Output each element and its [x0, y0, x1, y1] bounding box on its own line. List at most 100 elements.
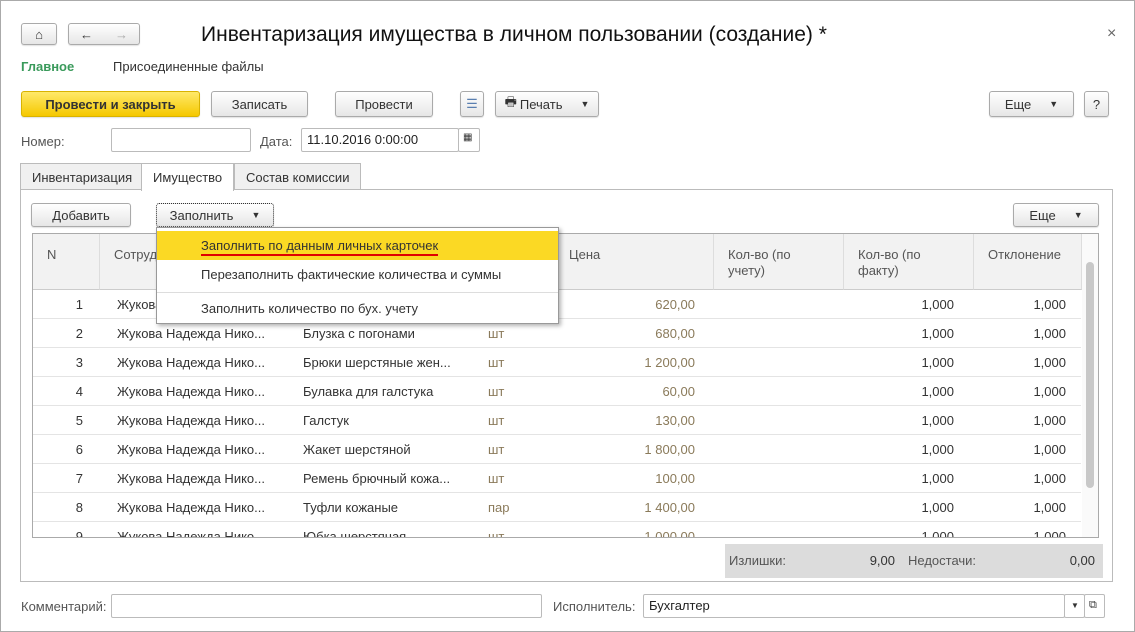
surplus-label: Излишки:: [729, 553, 786, 568]
cell-unit: пар: [488, 500, 510, 515]
executor-open-button[interactable]: ⧉: [1084, 594, 1105, 618]
cell-n: 1: [75, 297, 83, 312]
cell-n: 6: [75, 442, 83, 457]
save-button[interactable]: Записать: [211, 91, 308, 117]
calendar-button[interactable]: ▦: [458, 128, 480, 152]
back-button[interactable]: ←: [80, 27, 93, 42]
more-button[interactable]: Еще ▼: [989, 91, 1074, 117]
date-label: Дата:: [260, 134, 293, 149]
menu-divider: [157, 292, 558, 293]
cell-price: 100,00: [655, 471, 695, 486]
executor-dropdown-button[interactable]: ▼: [1064, 594, 1085, 618]
cell-n: 2: [75, 326, 83, 341]
cell-fact: 1,000: [921, 529, 954, 538]
history-nav: ← →: [68, 23, 140, 45]
print-button[interactable]: 🖶 Печать ▼: [495, 91, 599, 117]
cell-price: 620,00: [655, 297, 695, 312]
cell-employee: Жукова Надежда Нико...: [117, 326, 265, 341]
table-row[interactable]: 9 Жукова Надежда Нико... Юбка шерстяная шт 1…: [33, 522, 1081, 538]
section-main[interactable]: Главное: [21, 59, 74, 74]
cell-fact: 1,000: [921, 355, 954, 370]
tab-property[interactable]: Имущество: [141, 163, 235, 191]
table-more-button[interactable]: Еще ▼: [1013, 203, 1099, 227]
cell-dev: 1,000: [1033, 471, 1066, 486]
table-row[interactable]: 8 Жукова Надежда Нико... Туфли кожаные пар 1…: [33, 493, 1081, 522]
chevron-down-icon: ▼: [1071, 601, 1079, 610]
cell-fact: 1,000: [921, 471, 954, 486]
surplus-value: 9,00: [869, 553, 895, 568]
cell-employee: Жукова Надежда Нико...: [117, 384, 265, 399]
cell-n: 9: [75, 529, 83, 538]
table-row[interactable]: 7 Жукова Надежда Нико... Ремень брючный ко…: [33, 464, 1081, 493]
number-input[interactable]: [111, 128, 251, 152]
cell-unit: шт: [488, 529, 505, 538]
col-header-n[interactable]: N: [33, 234, 100, 290]
scrollbar[interactable]: [1082, 234, 1098, 537]
help-button[interactable]: ?: [1084, 91, 1109, 117]
calendar-icon: ▦: [463, 132, 473, 143]
col-header-qty-accounting[interactable]: Кол-во (по учету): [714, 234, 844, 290]
menu-item-fill-accounting[interactable]: Заполнить количество по бух. учету: [157, 294, 558, 323]
cell-n: 8: [75, 500, 83, 515]
cell-employee: Жукова Надежда Нико...: [117, 355, 265, 370]
cell-dev: 1,000: [1033, 529, 1066, 538]
section-files[interactable]: Присоединенные файлы: [113, 59, 264, 74]
menu-item-fill-from-cards[interactable]: Заполнить по данным личных карточек: [157, 231, 558, 260]
cell-dev: 1,000: [1033, 355, 1066, 370]
cell-fact: 1,000: [921, 297, 954, 312]
executor-input[interactable]: Бухгалтер: [643, 594, 1065, 618]
cell-price: 130,00: [655, 413, 695, 428]
cell-dev: 1,000: [1033, 326, 1066, 341]
cell-unit: шт: [488, 471, 505, 486]
number-label: Номер:: [21, 134, 65, 149]
cell-item: Ремень брючный кожа...: [303, 471, 451, 486]
printer-icon: 🖶: [504, 94, 517, 109]
cell-item: Галстук: [303, 413, 349, 428]
cell-dev: 1,000: [1033, 500, 1066, 515]
comment-input[interactable]: [111, 594, 542, 618]
cell-dev: 1,000: [1033, 442, 1066, 457]
table-row[interactable]: 3 Жукова Надежда Нико... Брюки шерстяные ж…: [33, 348, 1081, 377]
home-button[interactable]: ⌂: [21, 23, 57, 45]
table-row[interactable]: 4 Жукова Надежда Нико... Булавка для галст…: [33, 377, 1081, 406]
col-header-deviation[interactable]: Отклонение: [974, 234, 1082, 290]
menu-item-refill-actual[interactable]: Перезаполнить фактические количества и с…: [157, 260, 558, 289]
executor-label: Исполнитель:: [553, 599, 636, 614]
cell-unit: шт: [488, 384, 505, 399]
cell-n: 3: [75, 355, 83, 370]
table-row[interactable]: 6 Жукова Надежда Нико... Жакет шерстяной шт…: [33, 435, 1081, 464]
table-row[interactable]: 5 Жукова Надежда Нико... Галстук шт 130,00 1,…: [33, 406, 1081, 435]
post-button[interactable]: Провести: [335, 91, 433, 117]
open-icon: ⧉: [1089, 599, 1097, 611]
tab-commission[interactable]: Состав комиссии: [234, 163, 362, 190]
cell-item: Юбка шерстяная: [303, 529, 407, 538]
shortage-label: Недостачи:: [908, 553, 977, 568]
cell-item: Булавка для галстука: [303, 384, 434, 399]
col-header-qty-actual[interactable]: Кол-во (по факту): [844, 234, 974, 290]
cell-item: Жакет шерстяной: [303, 442, 411, 457]
fill-label: Заполнить: [169, 207, 234, 223]
cell-fact: 1,000: [921, 442, 954, 457]
cell-dev: 1,000: [1033, 413, 1066, 428]
scrollbar-thumb[interactable]: [1086, 262, 1094, 488]
cell-fact: 1,000: [921, 500, 954, 515]
fill-dropdown-menu: Заполнить по данным личных карточек Пере…: [156, 227, 559, 324]
fill-button[interactable]: Заполнить ▼: [156, 203, 274, 227]
cell-fact: 1,000: [921, 326, 954, 341]
date-input[interactable]: 11.10.2016 0:00:00: [301, 128, 459, 152]
forward-button[interactable]: →: [115, 27, 128, 42]
cell-price: 1 800,00: [644, 442, 695, 457]
close-icon[interactable]: ×: [1107, 25, 1116, 43]
col-header-price[interactable]: Цена: [557, 234, 714, 290]
comment-label: Комментарий:: [21, 599, 107, 614]
chevron-down-icon: ▼: [580, 99, 590, 109]
cell-unit: шт: [488, 326, 505, 341]
cell-price: 680,00: [655, 326, 695, 341]
structure-button[interactable]: ☰: [460, 91, 484, 117]
cell-price: 1 000,00: [644, 529, 695, 538]
cell-price: 1 200,00: [644, 355, 695, 370]
tab-inventory[interactable]: Инвентаризация: [20, 163, 145, 190]
add-button[interactable]: Добавить: [31, 203, 131, 227]
post-and-close-button[interactable]: Провести и закрыть: [21, 91, 200, 117]
home-icon: ⌂: [35, 26, 43, 42]
